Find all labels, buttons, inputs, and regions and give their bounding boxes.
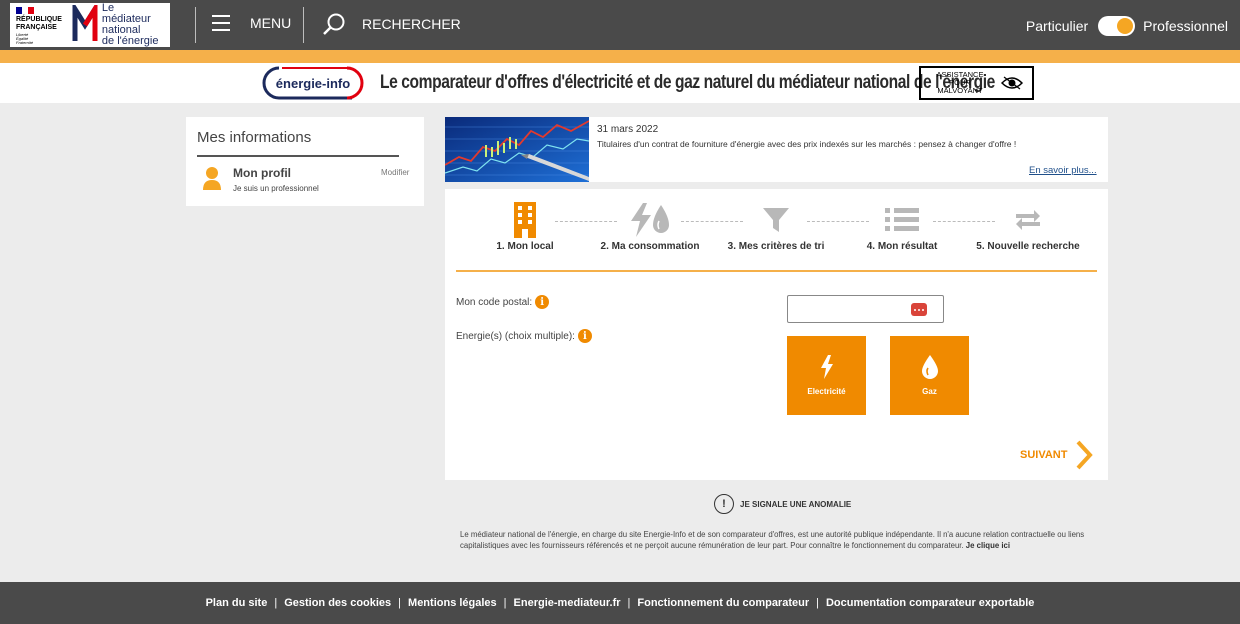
eye-icon: [1001, 76, 1023, 90]
info-icon[interactable]: i: [577, 329, 592, 343]
step-label: 3. Mes critères de tri: [727, 241, 825, 252]
news-text: Titulaires d'un contrat de fourniture d'…: [597, 139, 1017, 149]
footer-link-fonctionnement[interactable]: Fonctionnement du comparateur: [637, 597, 809, 609]
alert-icon: !: [714, 494, 734, 514]
read-more-link[interactable]: En savoir plus...: [1029, 165, 1097, 176]
user-avatar-icon: [203, 167, 221, 190]
news-date: 31 mars 2022: [597, 124, 659, 135]
next-label: SUIVANT: [1020, 449, 1068, 461]
mes-informations-card: Mes informations Mon profil Je suis un p…: [186, 117, 424, 206]
footer-link-documentation[interactable]: Documentation comparateur exportable: [826, 597, 1034, 609]
gas-option-button[interactable]: Gaz: [890, 336, 969, 415]
footer-link-mentions-legales[interactable]: Mentions légales: [408, 597, 497, 609]
energy-label-text: Energie(s) (choix multiple):: [456, 330, 575, 342]
mediateur-line-1: Le médiateur: [101, 2, 151, 25]
banner-title: Le comparateur d'offres d'électricité et…: [380, 72, 995, 93]
energy-consumption-icon: [631, 203, 669, 237]
mediateur-line-3: de l'énergie: [101, 35, 159, 47]
header-divider: [303, 7, 304, 43]
gas-label: Gaz: [922, 387, 937, 396]
republic-line-2: FRANÇAISE: [16, 24, 57, 31]
mediateur-title: Le médiateur national de l'énergie: [102, 3, 166, 47]
assist-line-3: MALVOYANT: [937, 86, 983, 95]
step-mon-resultat[interactable]: 4. Mon résultat: [847, 201, 957, 252]
refresh-icon: [1016, 210, 1040, 230]
card-title: Mes informations: [197, 129, 312, 146]
comparator-form-card: 1. Mon local 2. Ma consommation 3. Mes c…: [445, 189, 1108, 480]
header-divider: [195, 7, 196, 43]
step-label: 4. Mon résultat: [866, 241, 938, 252]
electricity-option-button[interactable]: Electricité: [787, 336, 866, 415]
steps-divider: [456, 270, 1097, 272]
profile-toggle[interactable]: [1098, 16, 1136, 36]
energy-label: Energie(s) (choix multiple): i: [456, 329, 592, 343]
postal-code-field[interactable]: [787, 295, 944, 323]
disclaimer: Le médiateur national de l'énergie, en c…: [460, 529, 1110, 551]
step-label: 5. Nouvelle recherche: [976, 241, 1080, 252]
flame-icon: [921, 355, 938, 379]
step-ma-consommation[interactable]: 2. Ma consommation: [595, 201, 705, 252]
report-anomaly-link[interactable]: ! JE SIGNALE UNE ANOMALIE: [714, 494, 851, 514]
postal-code-input[interactable]: [788, 296, 898, 322]
step-nouvelle-recherche[interactable]: 5. Nouvelle recherche: [973, 201, 1083, 252]
report-anomaly-label: JE SIGNALE UNE ANOMALIE: [740, 499, 852, 509]
building-icon: [514, 202, 536, 238]
site-logo[interactable]: RÉPUBLIQUE FRANÇAISE Liberté Égalité Fra…: [10, 0, 170, 47]
footer: Plan du site | Gestion des cookies | Men…: [0, 582, 1240, 624]
profile-name: Mon profil: [233, 166, 291, 180]
step-label: 2. Ma consommation: [600, 241, 700, 252]
search-icon: [323, 13, 345, 35]
profile-subtitle: Je suis un professionnel: [233, 184, 319, 193]
chevron-right-icon: [1076, 440, 1094, 470]
postal-code-label: Mon code postal: i: [456, 295, 550, 309]
postal-code-label-text: Mon code postal:: [456, 296, 533, 308]
electricity-label: Electricité: [807, 387, 846, 396]
footer-separator: |: [398, 597, 402, 609]
list-icon: [885, 208, 919, 231]
menu-button[interactable]: MENU: [212, 15, 291, 31]
step-label: 1. Mon local: [496, 241, 554, 252]
energie-info-logo[interactable]: énergie-info: [262, 66, 364, 100]
search-button[interactable]: RECHERCHER: [322, 12, 461, 36]
footer-separator: |: [627, 597, 631, 609]
info-icon[interactable]: i: [535, 295, 550, 309]
footer-link-plan-du-site[interactable]: Plan du site: [206, 597, 268, 609]
motto-line-3: Fraternité: [16, 40, 34, 45]
disclaimer-link[interactable]: Je clique ici: [966, 541, 1010, 550]
profile-particulier-label[interactable]: Particulier: [1026, 18, 1088, 34]
hamburger-icon: [212, 15, 230, 31]
card-divider: [197, 155, 399, 157]
password-manager-icon[interactable]: [911, 303, 927, 316]
energie-info-logo-text: énergie-info: [276, 76, 350, 91]
search-label: RECHERCHER: [362, 16, 461, 32]
footer-link-energie-mediateur[interactable]: Energie-mediateur.fr: [514, 597, 621, 609]
assistance-malvoyant-button[interactable]: ASSISTANCE POUR MALVOYANT: [919, 66, 1034, 100]
menu-label: MENU: [250, 15, 292, 31]
step-mon-local[interactable]: 1. Mon local: [470, 201, 580, 252]
footer-link-cookies[interactable]: Gestion des cookies: [284, 597, 391, 609]
lightning-icon: [820, 355, 833, 379]
news-card: 31 mars 2022 Titulaires d'un contrat de …: [445, 117, 1108, 182]
market-chart-image: [445, 117, 589, 182]
toggle-knob: [1117, 18, 1134, 34]
french-flag-icon: [16, 7, 34, 14]
republique-francaise-logo: RÉPUBLIQUE FRANÇAISE Liberté Égalité Fra…: [14, 5, 66, 45]
profile-switch: Particulier Professionnel: [1026, 16, 1228, 36]
modify-profile-link[interactable]: Modifier: [381, 168, 409, 177]
mediateur-m-icon: [72, 0, 98, 45]
footer-separator: |: [274, 597, 278, 609]
footer-separator: |: [503, 597, 507, 609]
top-header: RÉPUBLIQUE FRANÇAISE Liberté Égalité Fra…: [0, 0, 1240, 50]
comparator-banner: énergie-info Le comparateur d'offres d'é…: [0, 63, 1240, 103]
filter-icon: [763, 208, 789, 232]
republic-line-1: RÉPUBLIQUE: [16, 16, 62, 23]
accent-strip: [0, 50, 1240, 63]
footer-separator: |: [816, 597, 819, 609]
step-criteres-de-tri[interactable]: 3. Mes critères de tri: [721, 201, 831, 252]
profile-professionnel-label[interactable]: Professionnel: [1143, 18, 1228, 34]
next-button[interactable]: SUIVANT: [1020, 440, 1094, 470]
